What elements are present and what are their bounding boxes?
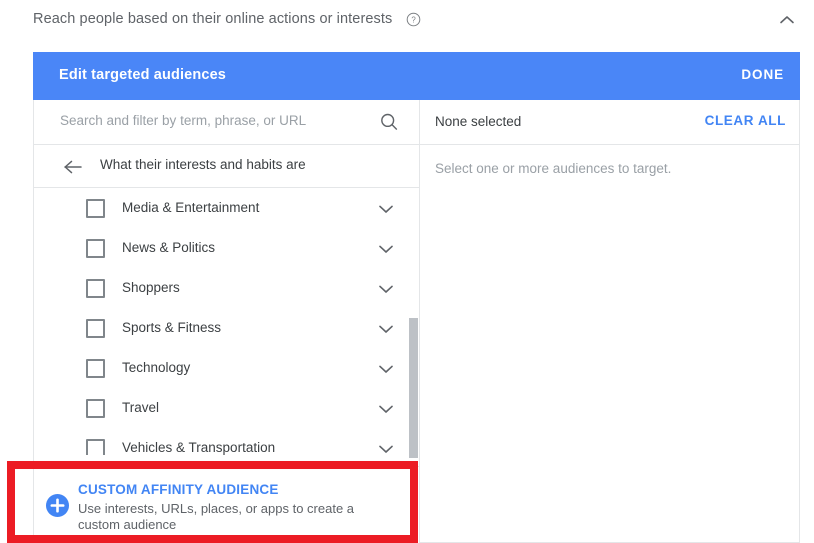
category-checkbox[interactable]	[86, 199, 105, 218]
category-row[interactable]: News & Politics	[34, 228, 419, 268]
category-label: Vehicles & Transportation	[122, 440, 276, 455]
plus-circle-icon[interactable]	[46, 494, 69, 517]
chevron-down-icon[interactable]	[376, 202, 396, 214]
selection-count-label: None selected	[435, 114, 522, 129]
breadcrumb[interactable]: What their interests and habits are	[34, 145, 419, 188]
search-icon[interactable]	[379, 112, 399, 132]
category-label: Media & Entertainment	[122, 200, 260, 215]
search-row	[34, 100, 419, 145]
selected-audiences-pane: None selected CLEAR ALL Select one or mo…	[420, 100, 800, 543]
category-row[interactable]: Media & Entertainment	[34, 188, 419, 228]
category-checkbox[interactable]	[86, 319, 105, 338]
chevron-down-icon[interactable]	[376, 362, 396, 374]
category-label: Shoppers	[122, 280, 180, 295]
chevron-down-icon[interactable]	[376, 282, 396, 294]
category-row[interactable]: Technology	[34, 348, 419, 388]
category-list-scrollbar-thumb[interactable]	[409, 318, 418, 458]
done-button[interactable]: DONE	[741, 67, 784, 82]
edit-audiences-title-bar: Edit targeted audiences DONE	[33, 52, 800, 100]
svg-text:?: ?	[411, 16, 416, 25]
arrow-left-icon[interactable]	[62, 157, 84, 177]
page-title: Reach people based on their online actio…	[33, 11, 393, 27]
category-list[interactable]: Media & Entertainment News & Politics Shop…	[34, 188, 419, 455]
category-checkbox[interactable]	[86, 399, 105, 418]
category-label: News & Politics	[122, 240, 216, 255]
audience-picker-panel: What their interests and habits are Medi…	[33, 100, 800, 543]
category-row[interactable]: Sports & Fitness	[34, 308, 419, 348]
chevron-down-icon[interactable]	[376, 242, 396, 254]
category-label: Travel	[122, 400, 160, 415]
category-row[interactable]: Vehicles & Transportation	[34, 428, 419, 455]
chevron-down-icon[interactable]	[376, 442, 396, 454]
chevron-down-icon[interactable]	[376, 402, 396, 414]
category-label: Technology	[122, 360, 191, 375]
section-header: Reach people based on their online actio…	[0, 0, 814, 40]
category-checkbox[interactable]	[86, 279, 105, 298]
custom-affinity-description: Use interests, URLs, places, or apps to …	[78, 501, 355, 532]
category-label: Sports & Fitness	[122, 320, 222, 335]
help-circle-icon[interactable]: ?	[406, 12, 421, 27]
search-input[interactable]	[60, 113, 360, 128]
edit-audiences-title: Edit targeted audiences	[59, 67, 227, 83]
clear-all-button[interactable]: CLEAR ALL	[705, 113, 786, 128]
category-row[interactable]: Shoppers	[34, 268, 419, 308]
selection-header-row: None selected CLEAR ALL	[420, 100, 800, 145]
chevron-down-icon[interactable]	[376, 322, 396, 334]
category-checkbox[interactable]	[86, 359, 105, 378]
category-row[interactable]: Travel	[34, 388, 419, 428]
breadcrumb-label: What their interests and habits are	[100, 157, 306, 172]
category-checkbox[interactable]	[86, 239, 105, 258]
custom-affinity-audience-button[interactable]: CUSTOM AFFINITY AUDIENCE Use interests, …	[34, 466, 419, 543]
custom-affinity-title: CUSTOM AFFINITY AUDIENCE	[78, 482, 279, 497]
category-checkbox[interactable]	[86, 439, 105, 455]
empty-state-message: Select one or more audiences to target.	[435, 161, 672, 176]
chevron-up-icon[interactable]	[777, 12, 797, 28]
audience-browser-pane: What their interests and habits are Medi…	[34, 100, 419, 543]
